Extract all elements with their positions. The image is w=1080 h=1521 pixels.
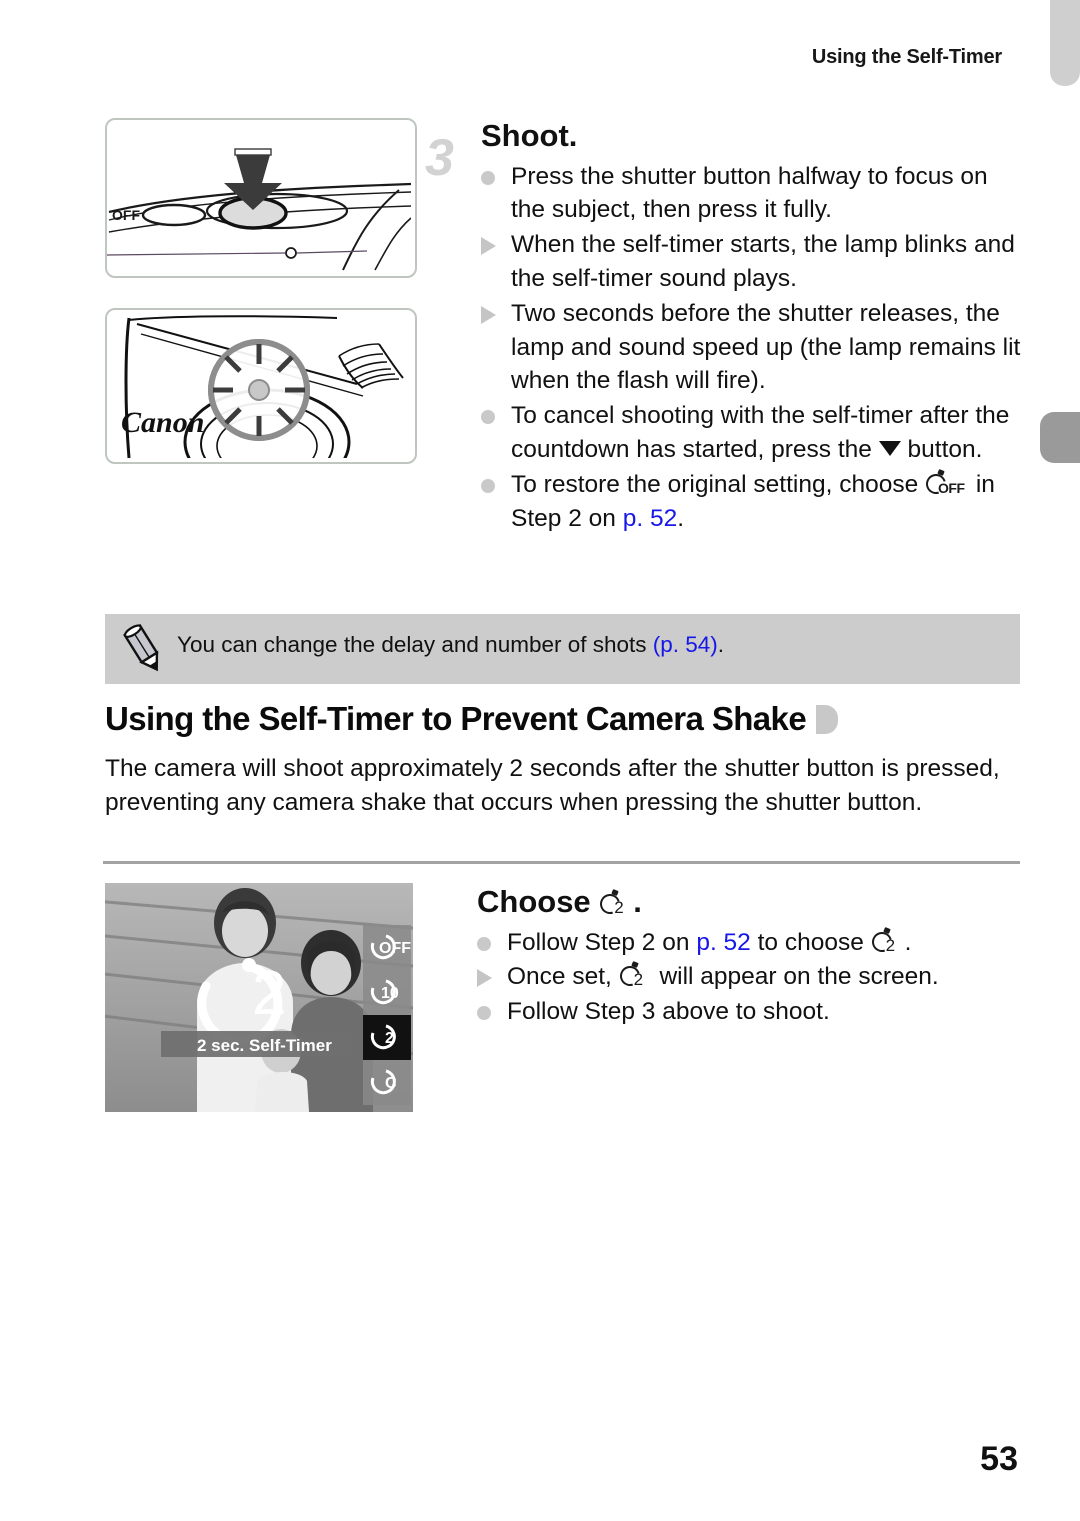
down-arrow-button-icon <box>878 441 901 457</box>
canon-brand-logo: Canon <box>121 406 204 439</box>
self-timer-off-icon: OFF <box>922 468 969 498</box>
section-heading-tab-icon <box>816 705 839 734</box>
section-divider <box>103 861 1020 864</box>
note-text-after: . <box>717 632 725 657</box>
section-heading: Using the Self-Timer to Prevent Camera S… <box>105 700 1020 738</box>
list-item: To restore the original setting, choose … <box>481 468 1025 536</box>
bullet-triangle-icon <box>477 969 492 988</box>
choose-title-after: . <box>633 884 642 919</box>
step-3-text-column: 3 Shoot. Press the shutter button halfwa… <box>425 118 1025 536</box>
running-header: Using the Self-Timer <box>811 46 1002 68</box>
self-timer-2sec-icon-label: 2 <box>614 898 624 917</box>
bullet-text: When the self-timer starts, the lamp bli… <box>511 231 1015 293</box>
screen-status-label: 2 sec. Self-Timer <box>197 1036 332 1055</box>
camera-screen-self-timer-menu: 2 2 sec. Self-Timer OFF 10 2 C <box>105 883 413 1112</box>
note-callout-box: You can change the delay and number of s… <box>105 614 1020 684</box>
bullet-text: Follow Step 2 on <box>507 929 697 957</box>
section-heading-text: Using the Self-Timer to Prevent Camera S… <box>105 700 807 737</box>
bullet-text-end: . <box>904 929 912 957</box>
bullet-text: Two seconds before the shutter releases,… <box>511 299 1021 395</box>
menu-label-off: OFF <box>379 940 411 957</box>
bullet-triangle-icon <box>481 237 496 256</box>
bullet-dot-icon <box>477 937 491 952</box>
bullet-triangle-icon <box>481 305 496 324</box>
choose-title-before: Choose <box>477 884 600 919</box>
page-reference-link[interactable]: p. 52 <box>696 929 751 956</box>
page-number: 53 <box>980 1440 1018 1478</box>
screen-menu-column: OFF 10 2 C <box>363 925 411 1105</box>
step-3-bullet-list: Press the shutter button halfway to focu… <box>481 160 1025 536</box>
camera-front-self-timer-lamp-illustration: Canon <box>105 308 417 464</box>
bullet-text-cont: to choose <box>750 929 871 957</box>
list-item: Once set, 2 will appear on the screen. <box>477 960 1037 994</box>
step-number: 3 <box>425 129 454 187</box>
menu-label-custom: C <box>385 1075 397 1092</box>
choose-text-column: Choose 2 . Follow Step 2 on p. 52 to cho… <box>477 883 1037 1029</box>
list-item: Two seconds before the shutter releases,… <box>481 297 1025 398</box>
self-timer-2sec-icon: 2 <box>616 961 653 991</box>
bullet-dot-icon <box>481 170 495 185</box>
list-item: Follow Step 2 on p. 52 to choose 2 . <box>477 926 1037 960</box>
note-text: You can change the delay and number of s… <box>177 632 724 658</box>
bullet-text: Press the shutter button halfway to focu… <box>511 162 988 224</box>
self-timer-2sec-icon-label: 2 <box>633 970 643 990</box>
list-item: Press the shutter button halfway to focu… <box>481 160 1025 228</box>
list-item: To cancel shooting with the self-timer a… <box>481 399 1025 467</box>
self-timer-2sec-icon-label: 2 <box>885 936 895 956</box>
section-body-paragraph: The camera will shoot approximately 2 se… <box>105 755 1000 816</box>
list-item: Follow Step 3 above to shoot. <box>477 995 1037 1029</box>
bullet-dot-icon <box>481 478 495 493</box>
camera-top-shutter-button-illustration: OFF <box>105 118 417 278</box>
bullet-text: Once set, <box>507 963 619 991</box>
bullet-dot-icon <box>477 1005 491 1020</box>
choose-title: Choose 2 . <box>477 883 1037 920</box>
page-reference-link[interactable]: p. 52 <box>623 505 678 532</box>
bullet-text-cont: button. <box>900 436 983 464</box>
bullet-dot-icon <box>481 410 495 425</box>
pencil-icon <box>123 623 159 672</box>
list-item: When the self-timer starts, the lamp bli… <box>481 228 1025 296</box>
menu-label-2: 2 <box>385 1030 394 1047</box>
chapter-edge-tab-marker <box>1040 412 1080 463</box>
bullet-text: To restore the original setting, choose <box>511 470 926 498</box>
step-title: Shoot. <box>481 118 578 153</box>
note-text-before: You can change the delay and number of s… <box>177 632 653 657</box>
self-timer-2sec-icon: 2 <box>596 889 633 918</box>
self-timer-off-icon-label: OFF <box>938 479 965 496</box>
self-timer-2sec-icon: 2 <box>868 927 905 956</box>
bullet-text-end: . <box>677 504 685 532</box>
countdown-value: 2 <box>252 959 286 1028</box>
menu-label-10: 10 <box>381 985 399 1002</box>
chapter-edge-tab-top <box>1050 0 1080 86</box>
bullet-text: Follow Step 3 above to shoot. <box>507 997 830 1025</box>
choose-bullet-list: Follow Step 2 on p. 52 to choose 2 . Onc… <box>477 926 1037 1029</box>
page-reference-link[interactable]: (p. 54) <box>653 632 718 657</box>
bullet-text-end: will appear on the screen. <box>652 963 939 991</box>
power-off-label: OFF <box>112 207 140 223</box>
